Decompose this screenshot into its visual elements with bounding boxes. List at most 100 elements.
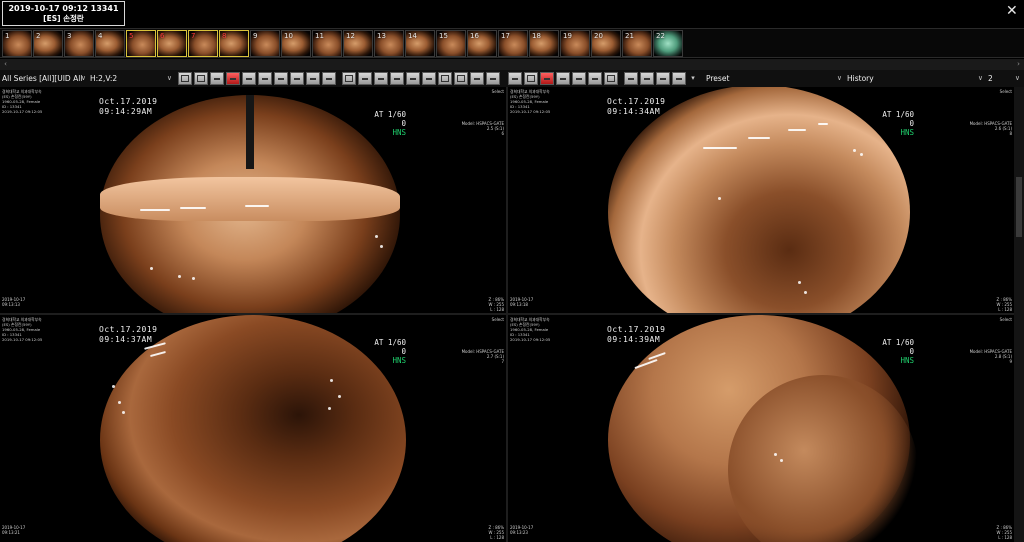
pan-hand-icon[interactable] (226, 72, 240, 85)
thumbnail[interactable]: 18 (529, 30, 559, 57)
scroll-left-icon[interactable]: ‹ (0, 59, 11, 70)
next-image-icon[interactable] (656, 72, 670, 85)
viewport-4[interactable]: 경희대학교 의과대학부속 (ES) 손정란(59Y) 1960-05-28, F… (508, 315, 1014, 542)
thumbnail[interactable]: 16 (467, 30, 497, 57)
thumbnail-number: 18 (532, 32, 541, 40)
bottom-time: 09:13:21 (2, 530, 20, 535)
cine-icon[interactable] (508, 72, 522, 85)
thumbnail-selected[interactable]: 8 (219, 30, 249, 57)
ruler-icon[interactable] (358, 72, 372, 85)
zoom-icon[interactable] (242, 72, 256, 85)
chevron-down-icon: ∨ (80, 74, 86, 82)
thumbnail[interactable]: 17 (498, 30, 528, 57)
text-annotation-icon[interactable] (422, 72, 436, 85)
thumbnail-number: 13 (377, 32, 386, 40)
arrow-annotation-icon[interactable] (406, 72, 420, 85)
thumbnail[interactable]: 3 (64, 30, 94, 57)
thumbnail-number: 4 (98, 32, 103, 40)
viewport-2[interactable]: 경희대학교 의과대학부속 (ES) 손정란(59Y) 1960-05-28, F… (508, 87, 1014, 313)
thumbnail-selected[interactable]: 5 (126, 30, 156, 57)
thumbnail-selected[interactable]: 6 (157, 30, 187, 57)
scroll-right-icon[interactable]: › (1013, 59, 1024, 70)
endoscope-image (608, 87, 910, 313)
key-image-icon[interactable] (540, 72, 554, 85)
save-icon[interactable] (588, 72, 602, 85)
grid-layout-icon[interactable] (178, 72, 192, 85)
layout-select[interactable]: H:2,V:2 ∨ (88, 72, 174, 85)
thumbnail[interactable]: 12 (343, 30, 373, 57)
window-level-icon[interactable] (274, 72, 288, 85)
endoscope-image (100, 95, 400, 313)
first-image-icon[interactable] (624, 72, 638, 85)
viewport-1[interactable]: 경희대학교 의과대학부속 (ES) 손정란(59Y) 1960-05-28, F… (0, 87, 506, 313)
viewport-divider-horizontal[interactable] (0, 313, 1024, 315)
select-label[interactable]: Select (1000, 89, 1012, 94)
export-icon[interactable] (572, 72, 586, 85)
scope-time: 09:14:29AM (99, 107, 153, 116)
reset-icon[interactable] (486, 72, 500, 85)
thumbnail[interactable]: 13 (374, 30, 404, 57)
print-icon[interactable] (556, 72, 570, 85)
magnify-icon[interactable] (258, 72, 272, 85)
bottom-time: 09:13:13 (2, 302, 20, 307)
thumbnail[interactable]: 1 (2, 30, 32, 57)
erase-icon[interactable] (470, 72, 484, 85)
sync-icon[interactable] (210, 72, 224, 85)
study-info-box[interactable]: 2019-10-17 09:12 13341 [ES] 손정란 (2, 1, 125, 26)
bottom-time: 09:13:18 (510, 302, 528, 307)
frame-label: 9 (1009, 359, 1012, 364)
hns-label: HNS (392, 128, 406, 137)
history-select[interactable]: History ∨ (845, 72, 985, 85)
fit-icon[interactable] (342, 72, 356, 85)
select-label[interactable]: Select (492, 89, 504, 94)
viewport-3[interactable]: 경희대학교 의과대학부속 (ES) 손정란(59Y) 1960-05-28, F… (0, 315, 506, 542)
last-image-icon[interactable] (672, 72, 686, 85)
thumbnail[interactable]: 19 (560, 30, 590, 57)
exposure-zero: 0 (401, 347, 406, 356)
thumbnail[interactable]: 14 (405, 30, 435, 57)
scope-time: 09:14:39AM (607, 335, 661, 344)
more-tools-icon[interactable]: ▾ (688, 72, 698, 85)
rotate-left-icon[interactable] (306, 72, 320, 85)
thumbnail-scrollbar[interactable]: ‹ › (0, 59, 1024, 70)
thumbnail[interactable]: 20 (591, 30, 621, 57)
frame-label: 7 (501, 359, 504, 364)
close-icon[interactable]: ✕ (1006, 4, 1020, 18)
thumbnail[interactable]: 2 (33, 30, 63, 57)
thumbnail[interactable]: 11 (312, 30, 342, 57)
series-select[interactable]: All Series [All][UID All ∨ (0, 72, 88, 85)
study-datetime-label: 2019-10-17 09:12:05 (2, 337, 43, 342)
thumbnail-number: 20 (594, 32, 603, 40)
thumbnail[interactable]: 22 (653, 30, 683, 57)
count-select-value: 2 (988, 74, 993, 83)
angle-icon[interactable] (374, 72, 388, 85)
thumbnail[interactable]: 4 (95, 30, 125, 57)
thumbnail-number: 17 (501, 32, 510, 40)
header-bar: 2019-10-17 09:12 13341 [ES] 손정란 ✕ (0, 0, 1024, 28)
compare-icon[interactable] (524, 72, 538, 85)
ellipse-icon[interactable] (454, 72, 468, 85)
rotate-right-icon[interactable] (322, 72, 336, 85)
preset-select[interactable]: Preset ∨ (704, 72, 844, 85)
viewer-scrollbar[interactable] (1014, 87, 1024, 542)
thumbnail[interactable]: 9 (250, 30, 280, 57)
scrollbar-thumb[interactable] (1016, 177, 1022, 237)
select-label[interactable]: Select (1000, 317, 1012, 322)
rectangle-icon[interactable] (438, 72, 452, 85)
thumbnail-number: 22 (656, 32, 665, 40)
series-layout-icon[interactable] (194, 72, 208, 85)
prev-image-icon[interactable] (640, 72, 654, 85)
flip-vertical-icon[interactable] (290, 72, 304, 85)
thumbnail-number: 2 (36, 32, 41, 40)
crop-icon[interactable] (604, 72, 618, 85)
thumbnail-number: 21 (625, 32, 634, 40)
thumbnail[interactable]: 10 (281, 30, 311, 57)
thumbnail-selected[interactable]: 7 (188, 30, 218, 57)
thumbnail[interactable]: 15 (436, 30, 466, 57)
thumbnail[interactable]: 21 (622, 30, 652, 57)
endoscope-image (100, 315, 406, 542)
select-label[interactable]: Select (492, 317, 504, 322)
count-select[interactable]: 2 ∨ (986, 72, 1022, 85)
study-datetime-label: 2019-10-17 09:12:05 (510, 109, 551, 114)
measure-icon[interactable] (390, 72, 404, 85)
